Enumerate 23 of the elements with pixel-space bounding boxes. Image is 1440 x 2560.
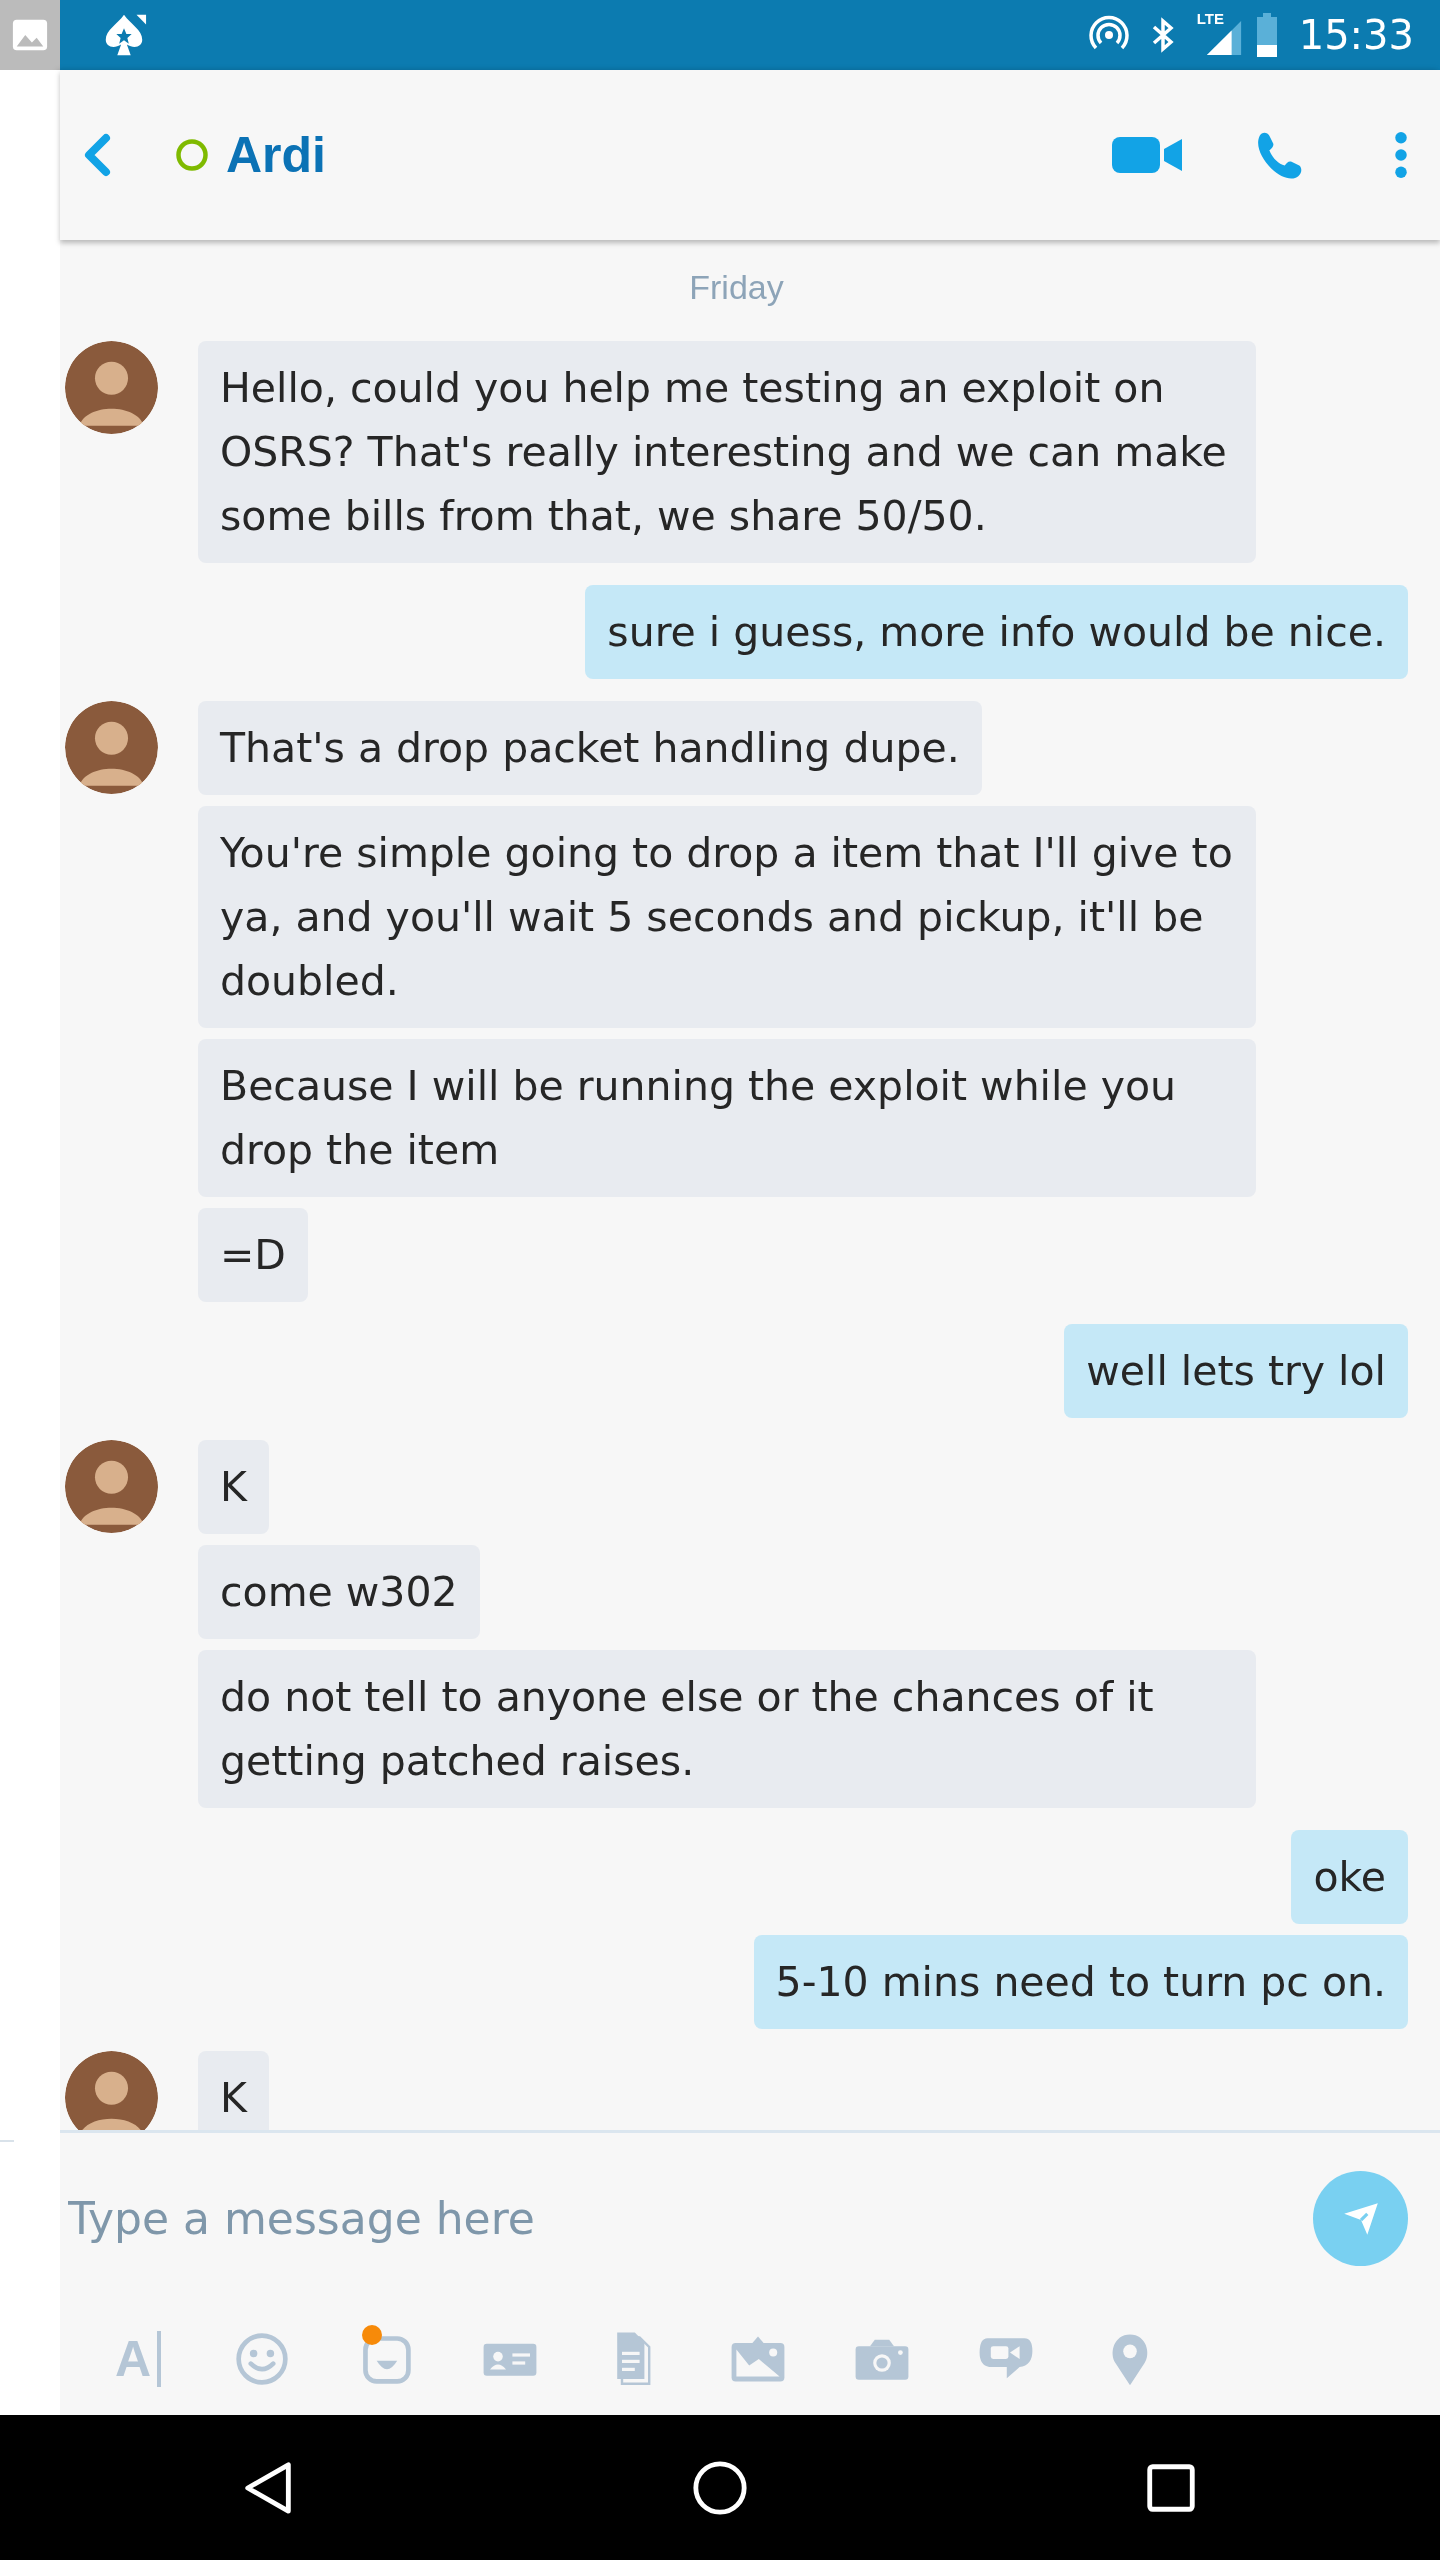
message-bubble: well lets try lol <box>1064 1324 1408 1418</box>
clock-time: 15:33 <box>1298 12 1414 58</box>
home-nav-icon[interactable] <box>691 2458 749 2517</box>
message-bubble: oke <box>1291 1830 1408 1924</box>
message-input[interactable]: Type a message here <box>66 2177 1313 2259</box>
back-icon[interactable] <box>82 133 112 177</box>
message-bubble: K <box>198 1440 269 1534</box>
day-label: Friday <box>688 267 785 308</box>
message-bubble: sure i guess, more info would be nice. <box>585 585 1408 679</box>
contact-name[interactable]: Ardi <box>226 126 326 184</box>
message-bubble: 5-10 mins need to turn pc on. <box>753 1935 1408 2029</box>
more-options-icon[interactable] <box>1394 131 1408 179</box>
message-bubble: Because I will be running the exploit while you drop the item <box>198 1039 1256 1197</box>
message-bubble: That's a drop packet handling dupe. <box>198 701 982 795</box>
message-bubble: Hello, could you help me testing an exploit on OSRS? That's really interesting and we can make some bills from that, we share 50/50. <box>198 341 1256 563</box>
smiley-icon[interactable] <box>234 2331 290 2387</box>
message-bubble: =D <box>198 1208 308 1302</box>
battery-icon <box>1256 13 1277 57</box>
message-bubble: K <box>198 2051 269 2130</box>
message-bubble: do not tell to anyone else or the chances of it getting patched raises. <box>198 1650 1256 1808</box>
video-call-icon[interactable] <box>1112 135 1184 175</box>
message-bubble: You're simple going to drop a item that I'll give to ya, and you'll wait 5 seconds and pickup, it'll be doubled. <box>198 806 1256 1028</box>
message-bubble: come w302 <box>198 1545 480 1639</box>
